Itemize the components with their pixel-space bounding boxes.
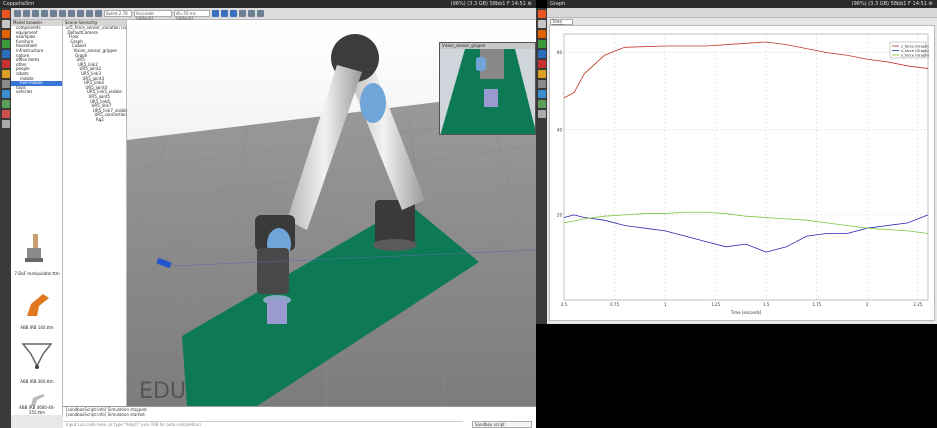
trash-icon[interactable] — [537, 110, 546, 118]
model-thumbnail[interactable]: ABB IRB 140.ttm — [13, 282, 61, 330]
y-tick-label: 60 — [557, 50, 563, 55]
scene-tree: ur5_force_sensor_variation (scene 1) Defa… — [63, 25, 140, 123]
script-select[interactable]: Sandbox script — [472, 421, 532, 428]
x-tick-label: 1 — [664, 302, 667, 307]
console-line: [sandboxScript:info] Simulation started. — [66, 412, 146, 417]
gripper-cuboid[interactable] — [267, 300, 287, 324]
firefox-icon[interactable] — [537, 30, 546, 38]
ubuntu-icon[interactable] — [537, 10, 546, 18]
x-tick-label: 0.75 — [610, 302, 619, 307]
store-icon[interactable] — [537, 70, 546, 78]
timestep-select[interactable]: dt=50 ms (default) — [174, 10, 210, 21]
scene-object-item[interactable]: Rg2 — [63, 117, 126, 123]
terminal-icon[interactable] — [537, 90, 546, 98]
redo-icon[interactable] — [95, 10, 102, 17]
impress-icon[interactable] — [1, 60, 10, 68]
calc-icon[interactable] — [537, 40, 546, 48]
right-system-tray[interactable]: (96%) (3.3 GB) 58bb1 F 14:51 ⚙ — [852, 0, 933, 8]
impress-icon[interactable] — [537, 60, 546, 68]
graph-window: Time graph 0.50.7511.251.51.7522.2560402… — [547, 8, 937, 324]
shift-icon[interactable] — [32, 10, 39, 17]
left-system-tray[interactable]: (96%) (3.3 GB) 58bb1 F 14:51 ⚙ — [451, 0, 532, 8]
coppelia-icon[interactable] — [537, 100, 546, 108]
y-tick-label: 40 — [557, 127, 563, 132]
stop-icon[interactable] — [230, 10, 237, 17]
model-folder-list: components equipment examples furniture hous… — [11, 25, 62, 95]
engine-select[interactable]: Bullet 2.78 — [104, 10, 132, 17]
x-tick-label: 2 — [866, 302, 869, 307]
y-tick-label: 20 — [557, 212, 563, 217]
legend-label: z_force (Graph) — [901, 45, 929, 49]
app-icon[interactable] — [1, 110, 10, 118]
firefox-icon[interactable] — [1, 30, 10, 38]
x-tick-label: 1.5 — [763, 302, 770, 307]
model-thumbnail[interactable]: ABB IRB 360.ttm — [13, 336, 61, 384]
graph-toolbar — [547, 8, 937, 18]
x-tick-label: 2.25 — [913, 302, 922, 307]
files-icon[interactable] — [1, 20, 10, 28]
trash-icon[interactable] — [1, 120, 10, 128]
calc-icon[interactable] — [1, 40, 10, 48]
faster-icon[interactable] — [257, 10, 264, 17]
ubuntu-icon[interactable] — [1, 10, 10, 18]
rotate-object-icon[interactable] — [77, 10, 84, 17]
store-icon[interactable] — [1, 70, 10, 78]
lua-command-input[interactable]: Input Lua code here, or type "help()" (u… — [63, 421, 463, 428]
play-icon[interactable] — [212, 10, 219, 17]
time-graph-plot[interactable]: 0.5 0.75 1 1.25 1.5 1.75 2 2.25 60 40 20 Time [seco… — [549, 25, 935, 321]
rotate-icon[interactable] — [23, 10, 30, 17]
pause-icon[interactable] — [221, 10, 228, 17]
right-launcher — [536, 8, 547, 324]
camera-pan-icon[interactable] — [14, 10, 21, 17]
model-thumbnail[interactable]: ABB IRB 4600-40-255.ttm — [13, 390, 61, 415]
slower-icon[interactable] — [248, 10, 255, 17]
model-folder-item[interactable]: vehicles — [11, 90, 62, 95]
realtime-icon[interactable] — [239, 10, 246, 17]
right-top-bar: Graph (96%) (3.3 GB) 58bb1 F 14:51 ⚙ — [547, 0, 937, 8]
writer-icon[interactable] — [537, 50, 546, 58]
edu-watermark: EDU — [139, 379, 186, 404]
plot-frame — [563, 33, 929, 301]
terminal-icon[interactable] — [1, 90, 10, 98]
simulator-window: Bullet 2.78 Accurate (default) dt=50 ms … — [11, 8, 536, 428]
right-window-title: Graph — [550, 1, 566, 7]
settings-icon[interactable] — [1, 80, 10, 88]
fit-icon[interactable] — [50, 10, 57, 17]
mode-select[interactable]: Accurate (default) — [134, 10, 172, 21]
vision-sensor-view[interactable]: Vision_sensor_gripper — [439, 42, 536, 135]
x-tick-label: 0.5 — [561, 302, 568, 307]
settings-icon[interactable] — [537, 80, 546, 88]
x-axis-label: Time [seconds] — [730, 310, 762, 315]
legend-label: y_force (Graph) — [901, 54, 930, 58]
files-icon[interactable] — [537, 20, 546, 28]
model-browser: Model browser components equipment example… — [11, 20, 63, 415]
model-thumbnail[interactable]: 7-DoF manipulator.ttm — [13, 228, 61, 276]
writer-icon[interactable] — [1, 50, 10, 58]
x-tick-label: 1.75 — [812, 302, 821, 307]
thumbnail-label: 7-DoF manipulator.ttm — [14, 271, 60, 276]
main-toolbar: Bullet 2.78 Accurate (default) dt=50 ms … — [11, 8, 536, 21]
thumbnail-label: ABB IRB 360.ttm — [20, 379, 54, 384]
select-icon[interactable] — [59, 10, 66, 17]
undo-icon[interactable] — [86, 10, 93, 17]
left-top-bar: CoppeliaSim (96%) (3.3 GB) 58bb1 F 14:51… — [0, 0, 536, 8]
coppelia-icon[interactable] — [1, 100, 10, 108]
status-console: [sandboxScript:info] Simulation stopped.… — [63, 406, 536, 428]
scene-hierarchy: Scene hierarchy ur5_force_sensor_variati… — [63, 20, 140, 415]
vision-sensor-image — [440, 49, 535, 134]
left-window-title: CoppeliaSim — [3, 1, 35, 7]
thumbnail-label: ABB IRB 4600-40-255.ttm — [19, 405, 55, 415]
thumbnail-label: ABB IRB 140.ttm — [20, 325, 54, 330]
legend-label: x_force (Graph) — [901, 49, 930, 53]
line-chart: 0.5 0.75 1 1.25 1.5 1.75 2 2.25 60 40 20 Time [seco… — [557, 33, 930, 315]
left-launcher — [0, 8, 11, 428]
move-icon[interactable] — [68, 10, 75, 17]
zoom-icon[interactable] — [41, 10, 48, 17]
x-tick-label: 1.25 — [711, 302, 720, 307]
